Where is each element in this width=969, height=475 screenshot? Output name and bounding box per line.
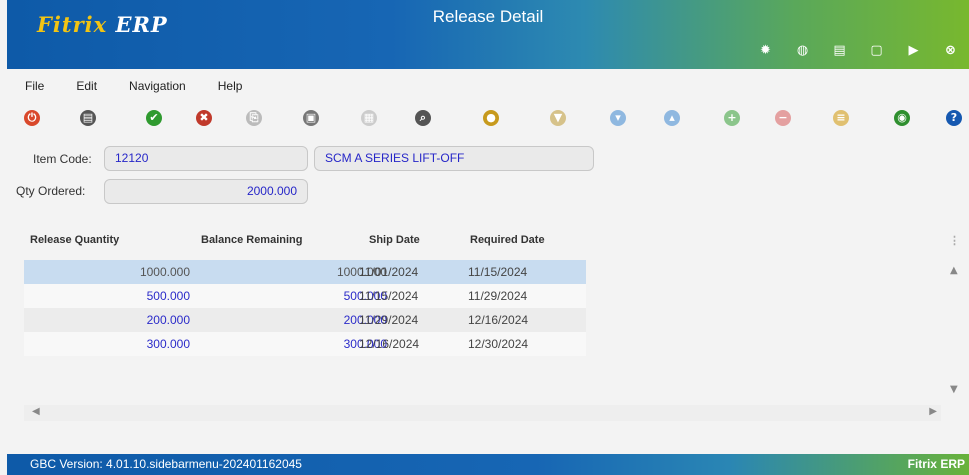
close-icon[interactable]: ⊗ <box>932 40 969 62</box>
cancel-icon[interactable]: ✖ <box>196 110 212 126</box>
down-circle-icon[interactable]: ▾ <box>610 110 626 126</box>
menu-edit[interactable]: Edit <box>76 75 97 97</box>
filter-icon[interactable]: ▼ <box>550 110 566 126</box>
col-release-quantity[interactable]: Release Quantity <box>30 234 119 246</box>
release-qty-cell[interactable]: 300.000 <box>147 332 190 356</box>
up-circle-icon[interactable]: ▴ <box>664 110 680 126</box>
accept-icon[interactable]: ✔ <box>146 110 162 126</box>
menu-help[interactable]: Help <box>218 75 243 97</box>
required-date-cell[interactable]: 12/16/2024 <box>468 308 528 332</box>
user-icon[interactable]: ● <box>483 110 499 126</box>
ship-date-cell[interactable]: 11/15/2024 <box>359 284 418 308</box>
version-text: GBC Version: 4.01.10.sidebarmenu-2024011… <box>30 457 302 471</box>
ship-date-cell[interactable]: 11/01/2024 <box>359 260 418 284</box>
note-icon[interactable]: ≡ <box>833 110 849 126</box>
title-bar: Fitrix ERP Release Detail ✹ ◍ ▤ ▢ ▶ ⊗ <box>7 0 969 69</box>
toolbar: ⏻ ▤ ✔ ✖ ⎘ ▣ ▦ ⌕ ● ▼ ▾ ▴ + − ≡ ◉? <box>0 108 969 130</box>
status-bar: GBC Version: 4.01.10.sidebarmenu-2024011… <box>7 454 969 475</box>
ship-date-cell[interactable]: 11/29/2024 <box>359 308 418 332</box>
copy-windows-icon[interactable]: ▤ <box>80 110 96 126</box>
gear-icon[interactable]: ✹ <box>747 40 784 62</box>
release-qty-cell[interactable]: 500.000 <box>147 284 190 308</box>
scroll-left-arrow-icon[interactable]: ◀ <box>32 406 40 417</box>
menu-file[interactable]: File <box>25 75 44 97</box>
col-balance-remaining[interactable]: Balance Remaining <box>201 234 302 246</box>
scroll-down-arrow-icon[interactable]: ▼ <box>950 384 958 395</box>
window-title: Release Detail <box>432 7 544 26</box>
qty-ordered-label: Qty Ordered: <box>16 184 86 198</box>
brand-text: Fitrix ERP <box>907 457 965 471</box>
column-menu-icon[interactable]: ⋮ <box>949 234 960 247</box>
release-qty-cell[interactable]: 1000.000 <box>140 260 190 284</box>
help-icon[interactable]: ? <box>946 110 962 126</box>
grid-rows: 1000.000 1000.000 11/01/2024 11/15/2024 … <box>24 260 586 356</box>
vertical-scrollbar[interactable]: ▲ ▼ <box>950 265 962 425</box>
play-icon[interactable]: ▶ <box>895 40 932 62</box>
grid-icon[interactable]: ▦ <box>361 110 377 126</box>
add-row-icon[interactable]: + <box>724 110 740 126</box>
paste-icon[interactable]: ▣ <box>303 110 319 126</box>
required-date-cell[interactable]: 11/29/2024 <box>468 284 527 308</box>
menu-bar: File Edit Navigation Help <box>7 75 256 97</box>
item-code-field[interactable]: 12120 <box>104 146 308 171</box>
zoom-icon[interactable]: ⌕ <box>415 110 431 126</box>
table-row[interactable]: 300.000 300.000 12/16/2024 12/30/2024 <box>24 332 586 356</box>
item-code-label: Item Code: <box>33 152 92 166</box>
grid-header: Release Quantity Balance Remaining Ship … <box>24 229 964 251</box>
col-required-date[interactable]: Required Date <box>470 234 545 246</box>
scroll-up-arrow-icon[interactable]: ▲ <box>950 265 958 276</box>
copy-icon[interactable]: ⎘ <box>246 110 262 126</box>
delete-row-icon[interactable]: − <box>775 110 791 126</box>
globe-icon[interactable]: ◉ <box>894 110 910 126</box>
item-description-field[interactable]: SCM A SERIES LIFT-OFF <box>314 146 594 171</box>
menu-navigation[interactable]: Navigation <box>129 75 186 97</box>
required-date-cell[interactable]: 12/30/2024 <box>468 332 528 356</box>
table-row[interactable]: 1000.000 1000.000 11/01/2024 11/15/2024 <box>24 260 586 284</box>
col-ship-date[interactable]: Ship Date <box>369 234 420 246</box>
blank-document-icon[interactable]: ▢ <box>858 40 895 62</box>
release-qty-cell[interactable]: 200.000 <box>147 308 190 332</box>
target-icon[interactable]: ◍ <box>784 40 821 62</box>
required-date-cell[interactable]: 11/15/2024 <box>468 260 527 284</box>
document-icon[interactable]: ▤ <box>821 40 858 62</box>
power-icon[interactable]: ⏻ <box>24 110 40 126</box>
ship-date-cell[interactable]: 12/16/2024 <box>359 332 419 356</box>
title-icon-bar: ✹ ◍ ▤ ▢ ▶ ⊗ <box>747 40 969 62</box>
scroll-right-arrow-icon[interactable]: ▶ <box>929 406 937 417</box>
horizontal-scrollbar[interactable]: ◀ ▶ <box>24 405 941 421</box>
qty-ordered-field[interactable]: 2000.000 <box>104 179 308 204</box>
table-row[interactable]: 500.000 500.000 11/15/2024 11/29/2024 <box>24 284 586 308</box>
table-row[interactable]: 200.000 200.000 11/29/2024 12/16/2024 <box>24 308 586 332</box>
